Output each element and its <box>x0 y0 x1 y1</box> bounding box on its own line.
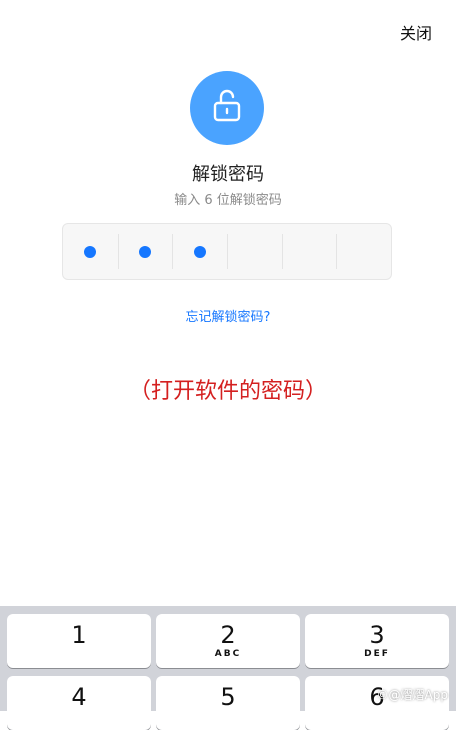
pin-input[interactable] <box>62 223 392 280</box>
pin-dot <box>139 245 151 258</box>
key-letters: ABC <box>214 649 242 659</box>
key-number: 1 <box>71 621 87 649</box>
key-1[interactable]: 1 <box>7 614 151 668</box>
key-6[interactable]: 6 <box>305 676 449 730</box>
pin-cell-1 <box>63 224 118 279</box>
unlock-icon <box>211 88 243 128</box>
annotation-caption: （打开软件的密码） <box>128 379 327 404</box>
lock-badge <box>190 71 264 145</box>
key-4[interactable]: 4 <box>7 676 151 730</box>
page-title: 解锁密码 <box>192 164 264 185</box>
key-number: 4 <box>71 683 87 711</box>
key-3[interactable]: 3 DEF <box>305 614 449 668</box>
key-letters: DEF <box>364 649 390 659</box>
pin-cell-5 <box>281 224 337 279</box>
key-5[interactable]: 5 <box>156 676 300 730</box>
key-number: 3 <box>369 621 385 649</box>
watermark: ©@熠熠App <box>376 688 448 702</box>
pin-cell-2 <box>117 224 173 279</box>
pin-cell-3 <box>172 224 227 279</box>
key-number: 2 <box>220 621 236 649</box>
pin-cell-6 <box>336 224 391 279</box>
key-2[interactable]: 2 ABC <box>156 614 300 668</box>
pin-cell-4 <box>227 224 282 279</box>
page-subtitle: 输入 6 位解锁密码 <box>174 193 282 208</box>
close-button[interactable]: 关闭 <box>400 20 432 44</box>
pin-dot <box>193 245 206 258</box>
pin-dot <box>84 245 97 258</box>
key-number: 5 <box>220 683 236 711</box>
forgot-password-link[interactable]: 忘记解锁密码? <box>0 306 456 325</box>
